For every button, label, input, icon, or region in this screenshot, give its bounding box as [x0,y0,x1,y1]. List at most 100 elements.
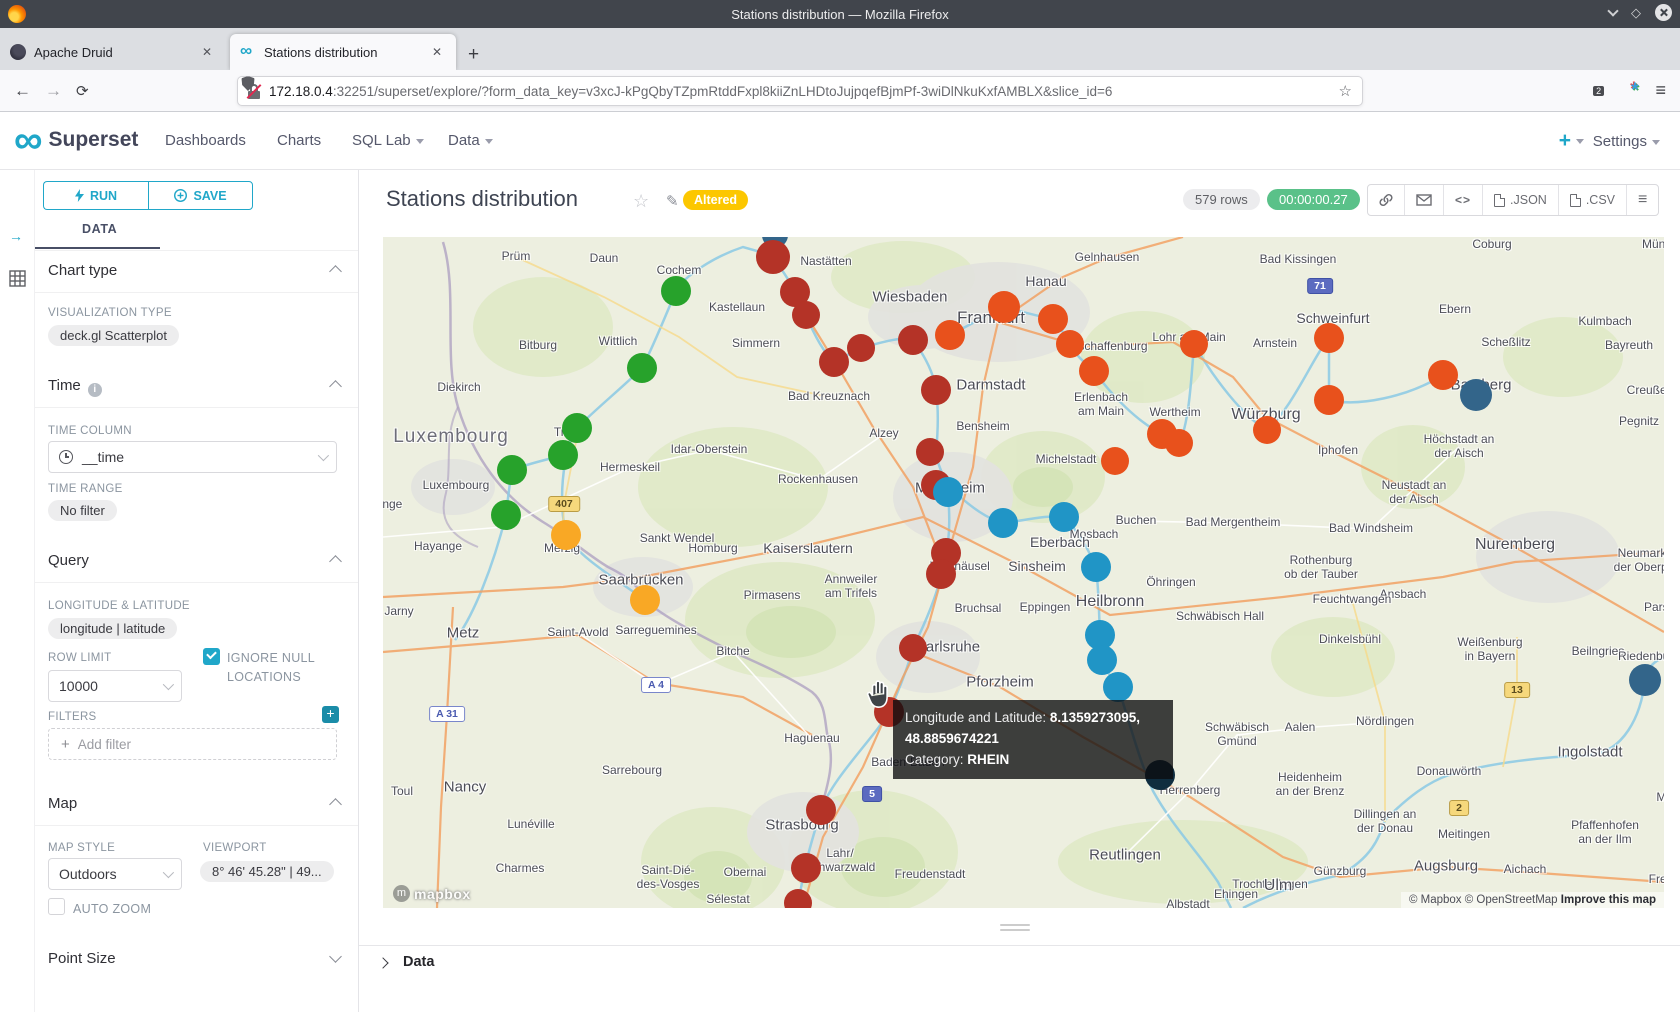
station-point[interactable] [661,276,691,306]
nav-sql-lab[interactable]: SQL Lab [352,132,424,149]
station-point[interactable] [1101,447,1129,475]
station-point[interactable] [1165,429,1193,457]
expand-chevron-icon[interactable] [329,950,342,963]
mapbox-logo[interactable]: m mapbox [393,885,471,902]
export-csv-button[interactable]: .CSV [1559,185,1627,215]
collapse-chevron-icon[interactable] [329,555,342,568]
export-json-button[interactable]: .JSON [1483,185,1559,215]
station-point[interactable] [1428,360,1458,390]
station-point[interactable] [1314,385,1344,415]
collapse-panel-icon[interactable]: →⎹ [9,228,37,245]
data-results-panel[interactable]: Data [359,945,1680,1012]
tab-apache-druid[interactable]: Apache Druid ✕ [0,34,226,70]
lonlat-value[interactable]: longitude | latitude [48,618,177,639]
section-query[interactable]: Query [48,552,89,569]
save-button[interactable]: SAVE [148,181,253,210]
station-point[interactable] [933,477,963,507]
tab-data[interactable]: DATA [82,222,117,236]
forward-icon[interactable]: → [45,81,62,101]
tab-close-icon[interactable]: ✕ [428,43,446,61]
menu-hamburger-icon[interactable]: ≡ [1655,80,1666,101]
collapse-chevron-icon[interactable] [329,380,342,393]
station-point[interactable] [562,413,592,443]
nav-dashboards[interactable]: Dashboards [165,132,246,149]
datasource-grid-icon[interactable] [9,270,26,292]
time-range-value[interactable]: No filter [48,500,117,521]
station-point[interactable] [1103,672,1133,702]
station-point[interactable] [756,240,790,274]
station-point[interactable] [551,520,581,550]
station-point[interactable] [1314,323,1344,353]
viz-type-value[interactable]: deck.gl Scatterplot [48,325,179,346]
back-icon[interactable]: ← [14,81,31,101]
favorite-star-icon[interactable]: ☆ [633,191,649,212]
viewport-value[interactable]: 8° 46' 45.28" | 49... [200,861,334,882]
collapse-chevron-icon[interactable] [329,798,342,811]
section-chart-type[interactable]: Chart type [48,262,117,279]
station-point[interactable] [792,301,820,329]
station-point[interactable] [1079,356,1109,386]
station-point[interactable] [1049,502,1079,532]
station-point[interactable] [627,353,657,383]
auto-zoom-checkbox[interactable] [48,898,65,915]
station-point[interactable] [1460,379,1492,411]
station-point[interactable] [988,508,1018,538]
station-point[interactable] [847,334,875,362]
station-point[interactable] [806,795,836,825]
station-point[interactable] [898,325,928,355]
station-point[interactable] [899,634,927,662]
row-limit-select[interactable]: 10000 [48,670,182,702]
section-map[interactable]: Map [48,795,77,812]
embed-code-button[interactable]: <> [1444,185,1483,215]
edit-properties-icon[interactable]: ✎ [666,192,679,210]
station-point[interactable] [916,438,944,466]
station-point[interactable] [926,559,956,589]
reload-icon[interactable]: ⟳ [76,82,89,100]
station-point[interactable] [491,500,521,530]
station-point[interactable] [819,347,849,377]
url-bar[interactable]: 172.18.0.4:32251/superset/explore/?form_… [237,76,1363,106]
station-point[interactable] [1629,664,1661,696]
window-close-icon[interactable] [1655,4,1672,21]
add-new-button[interactable]: + [1559,129,1584,153]
station-point[interactable] [988,291,1020,323]
station-point[interactable] [548,440,578,470]
station-point[interactable] [1081,552,1111,582]
more-options-button[interactable]: ≡ [1627,185,1658,215]
section-point-size[interactable]: Point Size [48,950,116,967]
expand-chevron-icon[interactable] [377,957,388,968]
add-filter-plus-button[interactable]: + [322,706,339,723]
collapse-chevron-icon[interactable] [329,265,342,278]
station-point[interactable] [497,455,527,485]
map-style-select[interactable]: Outdoors [48,858,182,890]
url-text[interactable]: 172.18.0.4:32251/superset/explore/?form_… [269,84,1331,99]
deckgl-scatterplot-map[interactable]: PrümDaunCochemNastättenKastellaunWiesbad… [383,237,1664,908]
add-filter-dropzone[interactable]: + Add filter [48,728,337,760]
share-link-button[interactable] [1368,185,1405,215]
station-point[interactable] [630,585,660,615]
section-time[interactable]: Timei [48,377,102,397]
station-point[interactable] [1056,330,1084,358]
station-point[interactable] [1253,416,1281,444]
ignore-null-checkbox[interactable] [203,648,220,665]
bookmark-star-icon[interactable]: ☆ [1339,82,1352,100]
station-point[interactable] [921,375,951,405]
station-point[interactable] [935,320,965,350]
station-point[interactable] [791,853,821,883]
new-tab-button[interactable]: + [468,44,479,70]
run-button[interactable]: RUN [43,181,148,210]
extension-star-icon[interactable]: * [1631,82,1638,99]
station-point[interactable] [1180,330,1208,358]
station-point[interactable] [1087,645,1117,675]
station-point[interactable] [1038,304,1068,334]
nav-charts[interactable]: Charts [277,132,321,149]
settings-menu[interactable]: Settings [1593,133,1660,150]
attribution-text[interactable]: © Mapbox © OpenStreetMap [1409,894,1561,906]
tab-close-icon[interactable]: ✕ [198,43,216,61]
window-minimize-icon[interactable] [1607,5,1618,16]
nav-data[interactable]: Data [448,132,493,149]
tab-stations-distribution[interactable]: ∞ Stations distribution ✕ [230,34,456,70]
resize-handle[interactable] [1000,924,1030,934]
superset-logo[interactable]: ∞ Superset [14,125,138,155]
email-button[interactable] [1405,185,1444,215]
